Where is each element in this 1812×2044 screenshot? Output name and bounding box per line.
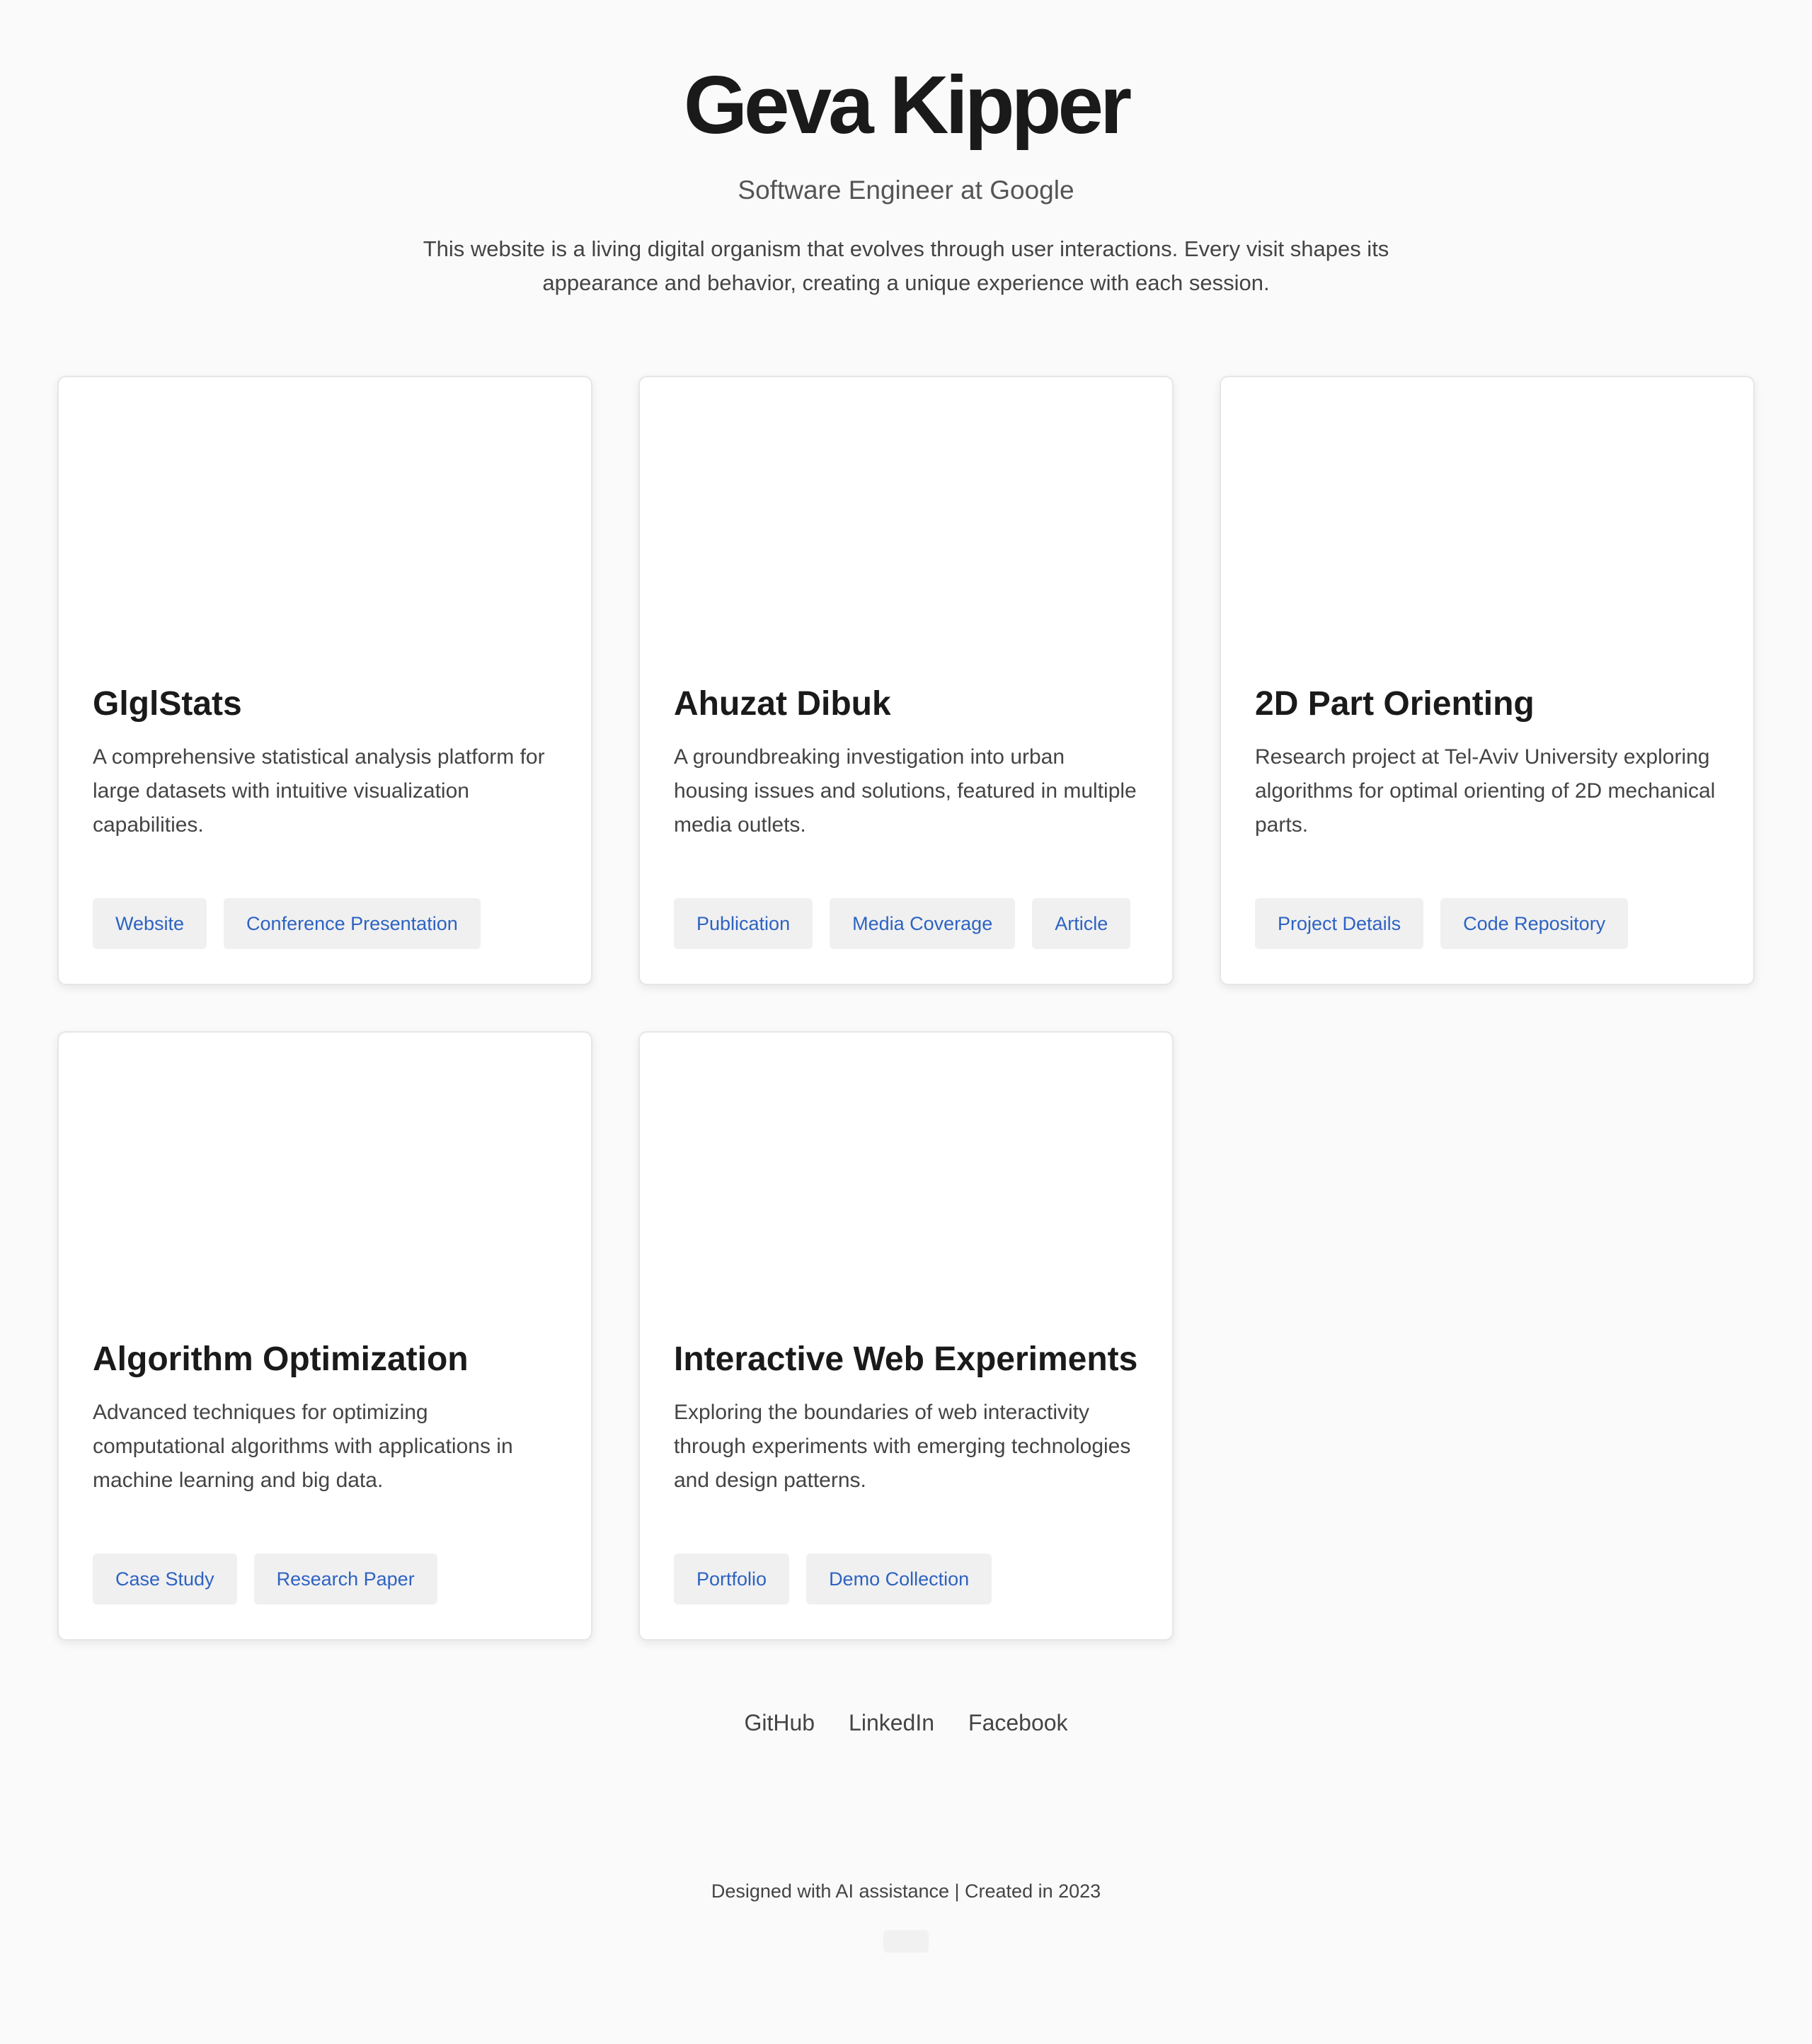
footer-placeholder-chip — [883, 1930, 929, 1953]
card-description: A comprehensive statistical analysis pla… — [93, 745, 545, 837]
card-image-area — [59, 377, 591, 682]
card-links: Publication Media Coverage Article — [674, 898, 1131, 949]
social-links: GitHub LinkedIn Facebook — [0, 1706, 1812, 1740]
project-card-algorithm-optimization: Algorithm Optimization Advanced techniqu… — [57, 1031, 592, 1641]
project-card-2d-part-orienting: 2D Part Orienting Research project at Te… — [1220, 376, 1755, 985]
card-title: GlglStats — [93, 685, 242, 723]
card-description: Research project at Tel-Aviv University … — [1255, 745, 1716, 837]
card-image-area — [1221, 377, 1753, 682]
footer-text: Designed with AI assistance | Created in… — [711, 1881, 1101, 1902]
card-description: Advanced techniques for optimizing compu… — [93, 1401, 513, 1492]
card-links: Website Conference Presentation — [93, 898, 481, 949]
linkedin-link[interactable]: LinkedIn — [849, 1706, 934, 1740]
page: Geva Kipper Software Engineer at Google … — [0, 0, 1812, 2044]
facebook-link[interactable]: Facebook — [968, 1706, 1068, 1740]
card-description: Exploring the boundaries of web interact… — [674, 1401, 1131, 1492]
card-image-area — [640, 377, 1172, 682]
project-card-ahuzat-dibuk: Ahuzat Dibuk A groundbreaking investigat… — [638, 376, 1174, 985]
card-body: Interactive Web Experiments Exploring th… — [640, 1339, 1172, 1498]
project-card-glglstats: GlglStats A comprehensive statistical an… — [57, 376, 592, 985]
card-links: Project Details Code Repository — [1255, 898, 1629, 949]
research-paper-link-button[interactable]: Research Paper — [253, 1554, 437, 1604]
intro-text: This website is a living digital organis… — [423, 236, 1389, 295]
github-link[interactable]: GitHub — [744, 1706, 815, 1740]
projects-grid: GlglStats A comprehensive statistical an… — [57, 376, 1755, 1641]
card-title: Algorithm Optimization — [93, 1340, 469, 1378]
card-body: 2D Part Orienting Research project at Te… — [1221, 684, 1753, 842]
page-subtitle: Software Engineer at Google — [738, 176, 1074, 205]
card-title: Interactive Web Experiments — [674, 1340, 1138, 1378]
project-details-link-button[interactable]: Project Details — [1255, 898, 1424, 949]
card-body: GlglStats A comprehensive statistical an… — [59, 684, 591, 842]
page-title: Geva Kipper — [683, 59, 1132, 151]
demo-collection-link-button[interactable]: Demo Collection — [806, 1554, 992, 1604]
card-image-area — [59, 1033, 591, 1337]
card-description: A groundbreaking investigation into urba… — [674, 745, 1137, 837]
website-link-button[interactable]: Website — [93, 898, 207, 949]
project-card-interactive-web-experiments: Interactive Web Experiments Exploring th… — [638, 1031, 1174, 1641]
article-link-button[interactable]: Article — [1032, 898, 1131, 949]
media-coverage-link-button[interactable]: Media Coverage — [830, 898, 1016, 949]
portfolio-link-button[interactable]: Portfolio — [674, 1554, 790, 1604]
page-header: Geva Kipper Software Engineer at Google … — [0, 0, 1812, 300]
publication-link-button[interactable]: Publication — [674, 898, 813, 949]
card-links: Portfolio Demo Collection — [674, 1554, 992, 1604]
card-links: Case Study Research Paper — [93, 1554, 437, 1604]
card-title: Ahuzat Dibuk — [674, 685, 891, 723]
card-image-area — [640, 1033, 1172, 1337]
conference-presentation-link-button[interactable]: Conference Presentation — [224, 898, 481, 949]
card-body: Algorithm Optimization Advanced techniqu… — [59, 1339, 591, 1498]
code-repository-link-button[interactable]: Code Repository — [1440, 898, 1629, 949]
card-title: 2D Part Orienting — [1255, 685, 1535, 723]
case-study-link-button[interactable]: Case Study — [93, 1554, 237, 1604]
card-body: Ahuzat Dibuk A groundbreaking investigat… — [640, 684, 1172, 842]
